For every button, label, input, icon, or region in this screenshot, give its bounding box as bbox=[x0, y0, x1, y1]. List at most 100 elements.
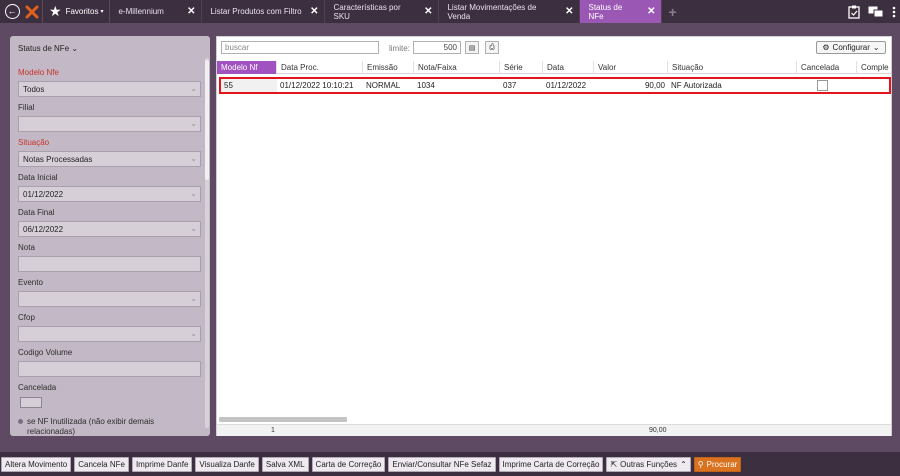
filter-panel-title[interactable]: Status de NFe ⌄ bbox=[18, 44, 78, 53]
close-icon[interactable]: ✕ bbox=[647, 6, 655, 17]
tab-listar-produtos[interactable]: Listar Produtos com Filtro ✕ bbox=[202, 0, 326, 23]
cell-data-proc: 01/12/2022 10:10:21 bbox=[280, 81, 354, 90]
cfop-label: Cfop bbox=[18, 313, 35, 322]
codigo-volume-label: Codigo Volume bbox=[18, 348, 73, 357]
app-logo[interactable] bbox=[22, 2, 42, 22]
select-value: Todos bbox=[23, 85, 45, 94]
tab-status-nfe[interactable]: Status de NFe ✕ bbox=[580, 0, 663, 23]
print-button[interactable]: ⎙ bbox=[485, 41, 499, 54]
field-value: 06/12/2022 bbox=[23, 225, 64, 234]
col-situacao[interactable]: Situação bbox=[668, 61, 797, 74]
close-icon[interactable]: ✕ bbox=[565, 6, 573, 17]
chat-icon[interactable] bbox=[868, 6, 884, 18]
tab-label: Listar Movimentações de Venda bbox=[447, 2, 537, 21]
close-icon[interactable]: ✕ bbox=[187, 6, 195, 17]
cell-cancelada-checkbox[interactable] bbox=[817, 80, 828, 91]
col-cancelada[interactable]: Cancelada bbox=[797, 61, 857, 74]
back-button[interactable]: ← bbox=[2, 2, 22, 22]
enviar-consultar-sefaz-button[interactable]: Enviar/Consultar NFe Sefaz bbox=[388, 456, 496, 472]
favorites-label: Favoritos bbox=[65, 7, 99, 16]
external-link-icon: ⇱ bbox=[610, 459, 618, 469]
grid-header: Modelo Nf Data Proc. Emissão Nota/Faixa … bbox=[217, 61, 891, 74]
cell-valor: 90,00 bbox=[644, 81, 665, 90]
data-final-field[interactable]: 06/12/2022 ⌄ bbox=[18, 221, 201, 237]
col-emissao[interactable]: Emissão bbox=[363, 61, 414, 74]
logo-icon bbox=[25, 5, 39, 18]
footer-total: 90,00 bbox=[649, 427, 667, 434]
col-serie[interactable]: Série bbox=[500, 61, 543, 74]
visualiza-danfe-button[interactable]: Visualiza Danfe bbox=[195, 456, 259, 472]
cancelada-checkbox[interactable] bbox=[20, 397, 42, 408]
filial-select[interactable]: ⌄ bbox=[18, 116, 201, 132]
new-tab-plus-icon[interactable]: + bbox=[668, 4, 676, 20]
clipboard-icon[interactable] bbox=[848, 5, 860, 19]
imprime-carta-correcao-button[interactable]: Imprime Carta de Correção bbox=[498, 456, 604, 472]
close-icon[interactable]: ✕ bbox=[310, 6, 318, 17]
field-value: 01/12/2022 bbox=[23, 190, 64, 199]
filter-panel: Status de NFe ⌄ Modelo Nfe Todos ⌄ Filial… bbox=[10, 36, 210, 436]
cell-emissao: NORMAL bbox=[366, 81, 401, 90]
procurar-label: Procurar bbox=[706, 459, 738, 469]
cell-data: 01/12/2022 bbox=[546, 81, 587, 90]
situacao-select[interactable]: Notas Processadas ⌄ bbox=[18, 151, 201, 167]
evento-select[interactable]: ⌄ bbox=[18, 291, 201, 307]
tab-caracteristicas-sku[interactable]: Características por SKU ✕ bbox=[325, 0, 440, 23]
col-complemento[interactable]: Comple bbox=[857, 61, 891, 74]
procurar-button[interactable]: ⚲ Procurar bbox=[693, 456, 742, 472]
more-vertical-icon[interactable] bbox=[892, 6, 896, 18]
modelo-nfe-select[interactable]: Todos ⌄ bbox=[18, 81, 201, 97]
altera-movimento-button[interactable]: Altera Movimento bbox=[1, 456, 72, 472]
chevron-down-icon: ⌄ bbox=[190, 84, 197, 93]
limit-label: limite: bbox=[389, 44, 410, 53]
chevron-down-icon: ⌄ bbox=[190, 189, 197, 198]
filial-label: Filial bbox=[18, 103, 35, 112]
cfop-select[interactable]: ⌄ bbox=[18, 326, 201, 342]
export-button[interactable]: ▤ bbox=[465, 41, 479, 54]
chevron-up-icon: ⌃ bbox=[680, 459, 687, 469]
col-valor[interactable]: Valor bbox=[594, 61, 668, 74]
chevron-down-icon: ⌄ bbox=[872, 43, 880, 52]
grid-horizontal-scrollbar[interactable] bbox=[219, 417, 347, 422]
search-icon: ⚲ bbox=[697, 459, 704, 469]
cell-nota: 1034 bbox=[417, 81, 435, 90]
favorites-menu[interactable]: ★ Favoritos ▾ bbox=[42, 0, 111, 23]
imprime-danfe-button[interactable]: Imprime Danfe bbox=[131, 456, 193, 472]
top-bar: ← ★ Favoritos ▾ e-Millennium ✕ Listar Pr… bbox=[0, 0, 900, 23]
col-modelo-nf[interactable]: Modelo Nf bbox=[217, 61, 277, 74]
limit-input[interactable]: 500 bbox=[413, 41, 461, 54]
back-arrow-icon: ← bbox=[4, 4, 20, 19]
salva-xml-button[interactable]: Salva XML bbox=[261, 456, 309, 472]
evento-label: Evento bbox=[18, 278, 43, 287]
configure-button[interactable]: ⚙ Configurar ⌄ bbox=[816, 41, 886, 54]
tab-label: Status de NFe bbox=[588, 2, 623, 21]
action-bar: Altera Movimento Cancela NFe Imprime Dan… bbox=[0, 452, 900, 476]
note-text: se NF Inutilizada (não exibir demais rel… bbox=[27, 417, 155, 436]
table-row[interactable]: 55 01/12/2022 10:10:21 NORMAL 1034 037 0… bbox=[219, 77, 891, 94]
col-nota-faixa[interactable]: Nota/Faixa bbox=[414, 61, 500, 74]
data-inicial-field[interactable]: 01/12/2022 ⌄ bbox=[18, 186, 201, 202]
search-input[interactable]: buscar bbox=[221, 41, 379, 54]
chevron-down-icon: ⌄ bbox=[190, 294, 197, 303]
file-icon: ▤ bbox=[468, 44, 476, 52]
cell-modelo: 55 bbox=[221, 79, 277, 92]
gear-icon: ⚙ bbox=[822, 43, 830, 52]
close-icon[interactable]: ✕ bbox=[424, 6, 432, 17]
col-data-proc[interactable]: Data Proc. bbox=[277, 61, 363, 74]
outras-funcoes-button[interactable]: ⇱ Outras Funções ⌃ bbox=[606, 456, 691, 472]
star-icon: ★ bbox=[49, 3, 62, 19]
cancelada-label: Cancelada bbox=[18, 383, 57, 392]
footer-count: 1 bbox=[271, 427, 275, 434]
nota-input[interactable] bbox=[18, 256, 201, 272]
modelo-nfe-label: Modelo Nfe bbox=[18, 68, 59, 77]
select-value: Notas Processadas bbox=[23, 155, 93, 164]
tab-e-millennium[interactable]: e-Millennium ✕ bbox=[110, 0, 203, 23]
cancela-nfe-button[interactable]: Cancela NFe bbox=[74, 456, 129, 472]
col-data[interactable]: Data bbox=[543, 61, 594, 74]
carta-correcao-button[interactable]: Carta de Correção bbox=[311, 456, 386, 472]
chevron-down-icon: ⌄ bbox=[190, 119, 197, 128]
tab-listar-movimentacoes[interactable]: Listar Movimentações de Venda ✕ bbox=[439, 0, 581, 23]
panel-title-text: Status de NFe bbox=[18, 44, 70, 53]
panel-scrollbar[interactable] bbox=[205, 58, 209, 428]
nota-label: Nota bbox=[18, 243, 35, 252]
codigo-volume-input[interactable] bbox=[18, 361, 201, 377]
